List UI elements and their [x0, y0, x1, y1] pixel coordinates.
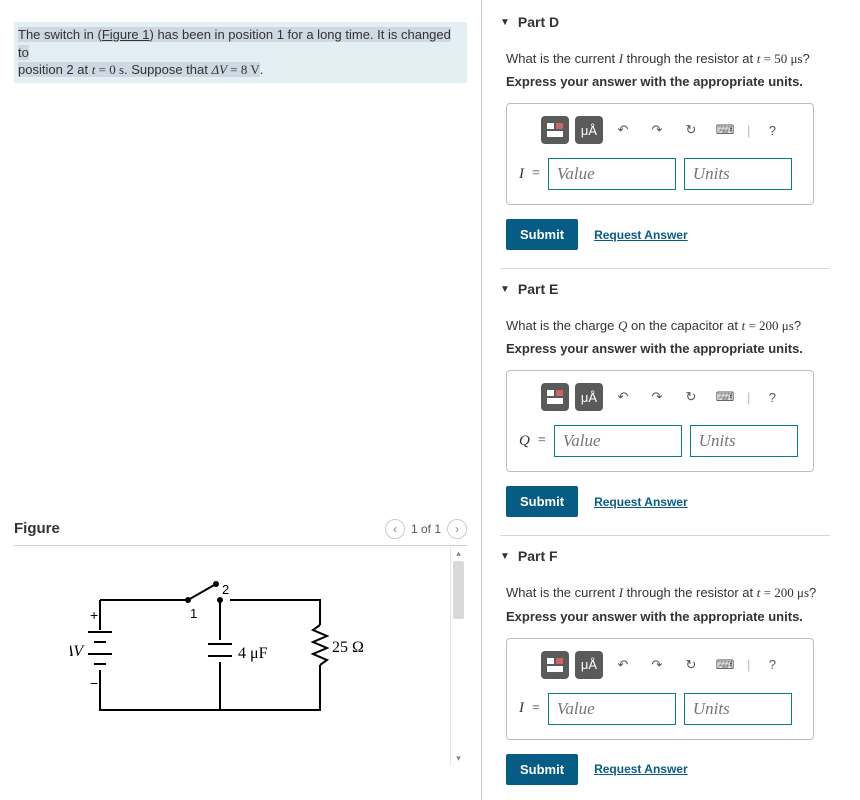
reset-icon[interactable]: ↻	[677, 116, 705, 144]
submit-button[interactable]: Submit	[506, 486, 578, 517]
redo-icon[interactable]: ↷	[643, 383, 671, 411]
part-header-f[interactable]: ▼ Part F	[500, 542, 848, 574]
redo-icon[interactable]: ↷	[643, 116, 671, 144]
figure-next-button[interactable]: ›	[447, 519, 467, 539]
figure-link[interactable]: Figure 1	[102, 27, 150, 42]
svg-text:+: +	[90, 607, 98, 623]
part-f-instructions: Express your answer with the appropriate…	[506, 609, 848, 624]
template-button[interactable]	[541, 383, 569, 411]
part-d-instructions: Express your answer with the appropriate…	[506, 74, 848, 89]
request-answer-link[interactable]: Request Answer	[594, 495, 688, 509]
undo-icon[interactable]: ↶	[609, 651, 637, 679]
keyboard-icon[interactable]: ⌨	[711, 383, 739, 411]
request-answer-link[interactable]: Request Answer	[594, 762, 688, 776]
help-icon[interactable]: ?	[758, 116, 786, 144]
equals-sign: =	[538, 433, 546, 449]
units-input[interactable]	[684, 693, 792, 725]
units-input[interactable]	[684, 158, 792, 190]
part-header-d[interactable]: ▼ Part D	[500, 8, 848, 40]
keyboard-icon[interactable]: ⌨	[711, 651, 739, 679]
svg-text:25 Ω: 25 Ω	[332, 639, 364, 656]
scroll-up-icon[interactable]: ▴	[451, 546, 466, 561]
part-e-prompt: What is the charge Q on the capacitor at…	[506, 317, 848, 335]
chevron-down-icon: ▼	[500, 17, 510, 28]
figure-pager: ‹ 1 of 1 ›	[385, 519, 467, 539]
part-e-instructions: Express your answer with the appropriate…	[506, 341, 848, 356]
units-button[interactable]: μÅ	[575, 116, 603, 144]
redo-icon[interactable]: ↷	[643, 651, 671, 679]
part-label: Part E	[518, 281, 558, 297]
answer-variable: I	[519, 700, 524, 717]
reset-icon[interactable]: ↻	[677, 383, 705, 411]
part-label: Part F	[518, 548, 558, 564]
value-input[interactable]	[548, 158, 676, 190]
problem-statement: The switch in (Figure 1) has been in pos…	[14, 22, 467, 83]
figure-scrollbar[interactable]: ▴ ▾	[450, 546, 465, 766]
answer-box-d: μÅ ↶ ↷ ↻ ⌨| ? I =	[506, 103, 814, 205]
svg-text:2: 2	[222, 582, 229, 597]
circuit-diagram: + − ΔV 1 2 4 μF 25 Ω	[70, 570, 370, 740]
value-input[interactable]	[554, 425, 682, 457]
answer-box-f: μÅ ↶ ↷ ↻ ⌨| ? I =	[506, 638, 814, 740]
submit-button[interactable]: Submit	[506, 754, 578, 785]
reset-icon[interactable]: ↻	[677, 651, 705, 679]
scroll-thumb[interactable]	[453, 561, 464, 619]
undo-icon[interactable]: ↶	[609, 383, 637, 411]
part-header-e[interactable]: ▼ Part E	[500, 275, 848, 307]
answer-variable: Q	[519, 433, 530, 450]
help-icon[interactable]: ?	[758, 651, 786, 679]
units-button[interactable]: μÅ	[575, 651, 603, 679]
chevron-down-icon: ▼	[500, 551, 510, 562]
answer-variable: I	[519, 166, 524, 183]
help-icon[interactable]: ?	[758, 383, 786, 411]
undo-icon[interactable]: ↶	[609, 116, 637, 144]
equals-sign: =	[532, 701, 540, 717]
svg-text:ΔV: ΔV	[70, 643, 85, 660]
submit-button[interactable]: Submit	[506, 219, 578, 250]
part-label: Part D	[518, 14, 559, 30]
figure-prev-button[interactable]: ‹	[385, 519, 405, 539]
svg-text:1: 1	[190, 606, 197, 621]
scroll-down-icon[interactable]: ▾	[451, 751, 466, 766]
value-input[interactable]	[548, 693, 676, 725]
figure-title: Figure	[14, 520, 60, 537]
request-answer-link[interactable]: Request Answer	[594, 228, 688, 242]
part-d-prompt: What is the current I through the resist…	[506, 50, 848, 68]
template-button[interactable]	[541, 116, 569, 144]
answer-box-e: μÅ ↶ ↷ ↻ ⌨| ? Q =	[506, 370, 814, 472]
template-button[interactable]	[541, 651, 569, 679]
svg-text:−: −	[90, 675, 98, 691]
part-f-prompt: What is the current I through the resist…	[506, 584, 848, 602]
keyboard-icon[interactable]: ⌨	[711, 116, 739, 144]
equals-sign: =	[532, 166, 540, 182]
figure-page-indicator: 1 of 1	[411, 522, 441, 536]
chevron-down-icon: ▼	[500, 284, 510, 295]
units-button[interactable]: μÅ	[575, 383, 603, 411]
units-input[interactable]	[690, 425, 798, 457]
svg-text:4 μF: 4 μF	[238, 645, 268, 662]
